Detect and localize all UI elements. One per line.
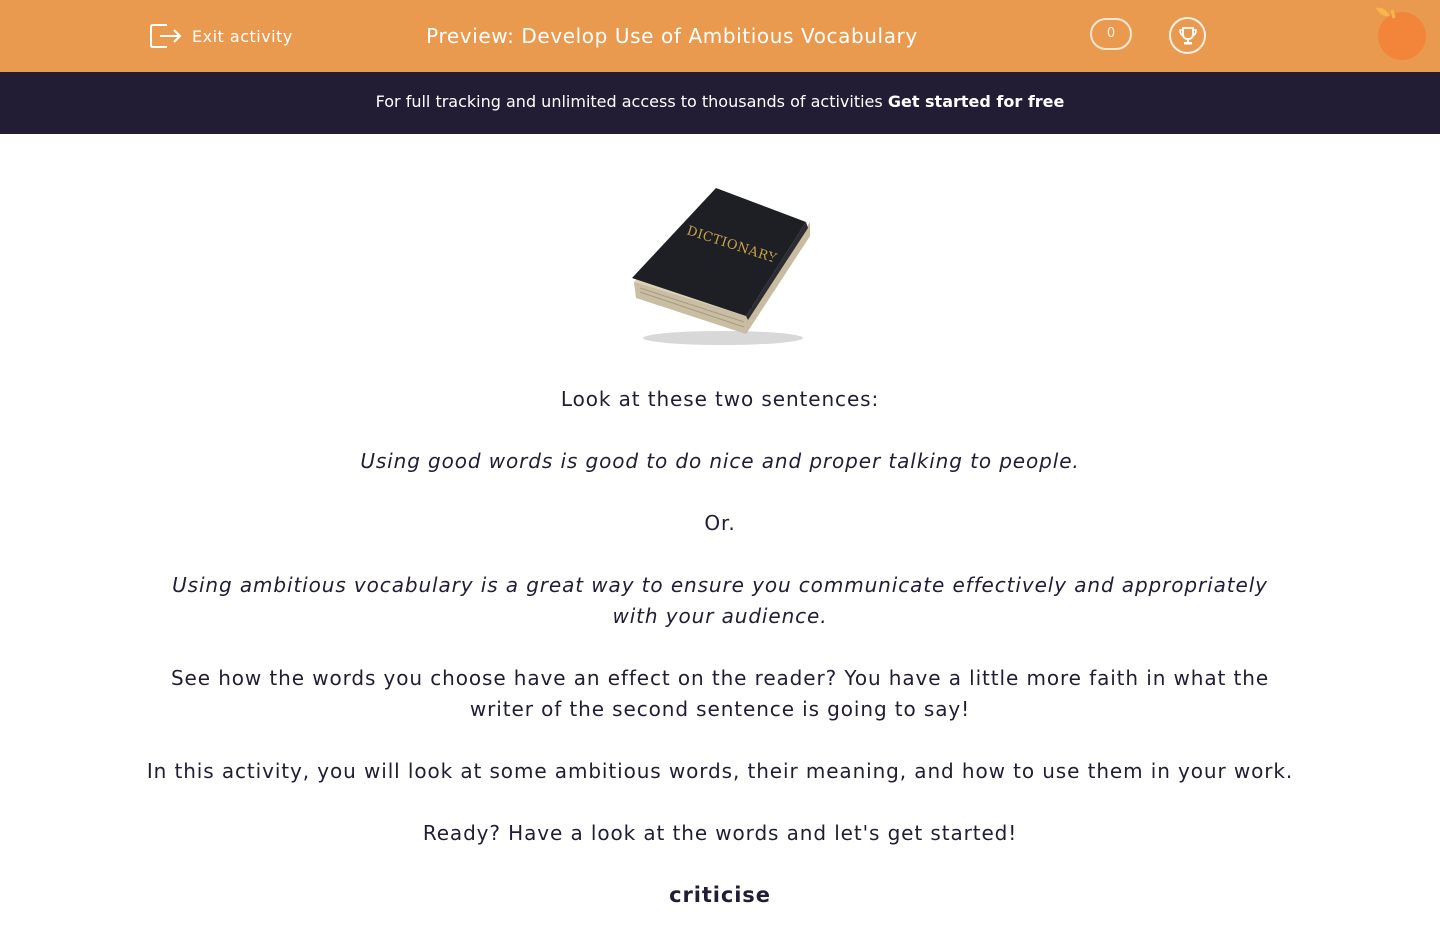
trophy-button[interactable] [1169, 17, 1206, 54]
example-sentence-1: Using good words is good to do nice and … [360, 449, 1080, 473]
activity-description: In this activity, you will look at some … [146, 759, 1294, 783]
exit-icon [150, 24, 182, 48]
or-text: Or. [704, 511, 736, 535]
explanation-paragraph: See how the words you choose have an eff… [170, 666, 1270, 721]
ready-text: Ready? Have a look at the words and let'… [422, 821, 1018, 845]
dictionary-image: DICTIONARY [632, 188, 810, 345]
score-badge: 0 [1090, 18, 1132, 50]
activity-intro: Look at these two sentences: Using good … [140, 384, 1300, 942]
promo-text: For full tracking and unlimited access t… [375, 92, 883, 111]
trophy-icon [1178, 26, 1197, 44]
example-sentence-2: Using ambitious vocabulary is a great wa… [172, 573, 1268, 628]
top-bar: Exit activity Preview: Develop Use of Am… [0, 0, 1440, 72]
orange-logo-icon [1376, 7, 1426, 60]
vocabulary-word: criticise [669, 883, 771, 907]
intro-text: Look at these two sentences: [560, 387, 880, 411]
page-title: Preview: Develop Use of Ambitious Vocabu… [426, 24, 918, 48]
get-started-link[interactable]: Get started for free [888, 92, 1065, 111]
exit-activity-label: Exit activity [192, 26, 293, 46]
exit-activity-button[interactable]: Exit activity [149, 22, 293, 50]
promo-banner: For full tracking and unlimited access t… [0, 72, 1440, 134]
